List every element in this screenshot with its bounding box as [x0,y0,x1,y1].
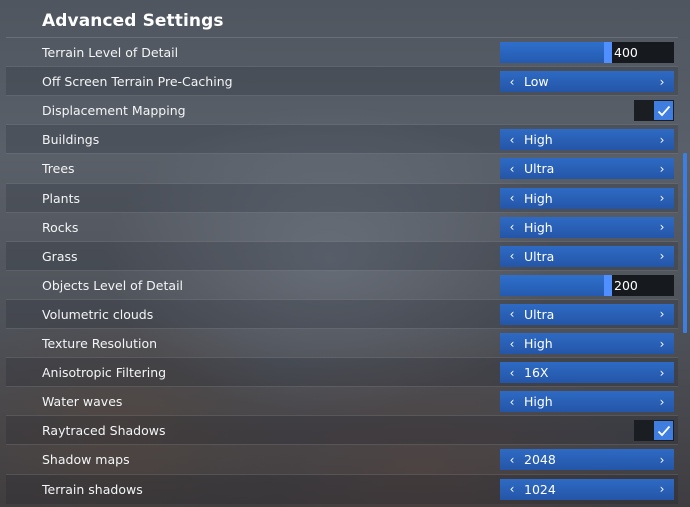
chevron-right-icon[interactable]: › [652,246,672,267]
setting-row-trees[interactable]: Trees ‹ Ultra › [6,153,678,183]
chevron-left-icon[interactable]: ‹ [502,304,522,325]
chevron-right-icon[interactable]: › [652,158,672,179]
texture-resolution-selector[interactable]: ‹ High › [500,333,674,354]
setting-label: Grass [42,248,78,264]
setting-row-water-waves[interactable]: Water waves ‹ High › [6,386,678,416]
setting-label: Raytraced Shadows [42,423,166,439]
slider-value: 400 [614,45,638,60]
selector-value: 1024 [524,481,556,497]
selector-value: Ultra [524,306,555,322]
chevron-right-icon[interactable]: › [652,333,672,354]
setting-row-anisotropic-filtering[interactable]: Anisotropic Filtering ‹ 16X › [6,357,678,388]
selector-value: 16X [524,365,549,381]
displacement-mapping-checkbox[interactable] [634,100,674,122]
chevron-left-icon[interactable]: ‹ [502,391,522,412]
chevron-right-icon[interactable]: › [652,304,672,325]
chevron-right-icon[interactable]: › [652,129,672,150]
setting-row-texture-resolution[interactable]: Texture Resolution ‹ High › [6,328,678,358]
terrain-shadows-selector[interactable]: ‹ 1024 › [500,478,674,500]
chevron-left-icon[interactable]: ‹ [502,129,522,150]
selector-value: High [524,336,553,351]
slider-handle[interactable] [604,274,612,296]
setting-label: Rocks [42,219,79,235]
page-title: Advanced Settings [42,11,224,31]
setting-label: Shadow maps [42,452,130,468]
setting-row-shadow-maps[interactable]: Shadow maps ‹ 2048 › [6,444,678,474]
chevron-left-icon[interactable]: ‹ [502,479,522,500]
setting-row-buildings[interactable]: Buildings ‹ High › [6,124,678,155]
water-waves-selector[interactable]: ‹ High › [500,391,674,413]
off-screen-terrain-pre-caching-selector[interactable]: ‹ Low › [500,71,674,93]
chevron-right-icon[interactable]: › [652,449,672,470]
setting-row-objects-level-of-detail[interactable]: Objects Level of Detail 200 [6,269,678,300]
slider-fill [500,274,608,296]
setting-row-off-screen-terrain-pre-caching[interactable]: Off Screen Terrain Pre-Caching ‹ Low › [6,66,678,97]
setting-label: Terrain Level of Detail [42,45,179,60]
setting-row-displacement-mapping[interactable]: Displacement Mapping [6,95,678,125]
selector-value: Low [524,74,549,90]
scrollbar[interactable] [683,153,687,333]
chevron-left-icon[interactable]: ‹ [502,362,522,383]
terrain-level-of-detail-slider[interactable]: 400 [500,42,674,63]
chevron-right-icon[interactable]: › [652,479,672,500]
chevron-left-icon[interactable]: ‹ [502,188,522,209]
chevron-right-icon[interactable]: › [652,391,672,412]
selector-value: 2048 [524,452,556,468]
chevron-right-icon[interactable]: › [652,71,672,92]
setting-label: Texture Resolution [42,336,158,351]
setting-label: Displacement Mapping [42,103,186,119]
setting-label: Buildings [42,132,100,148]
panel-header: Advanced Settings [6,0,678,38]
setting-label: Plants [42,190,81,206]
shadow-maps-selector[interactable]: ‹ 2048 › [500,449,674,471]
checkmark-icon [654,101,673,121]
setting-row-raytraced-shadows[interactable]: Raytraced Shadows [6,415,678,446]
setting-label: Terrain shadows [42,481,143,497]
raytraced-shadows-checkbox[interactable] [634,420,674,442]
chevron-left-icon[interactable]: ‹ [502,449,522,470]
grass-selector[interactable]: ‹ Ultra › [500,245,674,267]
setting-label: Objects Level of Detail [42,277,184,293]
slider-value: 200 [614,277,638,293]
chevron-left-icon[interactable]: ‹ [502,246,522,267]
chevron-right-icon[interactable]: › [652,362,672,383]
chevron-left-icon[interactable]: ‹ [502,333,522,354]
settings-panel: Advanced Settings Terrain Level of Detai… [6,0,678,507]
anisotropic-filtering-selector[interactable]: ‹ 16X › [500,362,674,384]
setting-row-grass[interactable]: Grass ‹ Ultra › [6,240,678,271]
rocks-selector[interactable]: ‹ High › [500,216,674,238]
volumetric-clouds-selector[interactable]: ‹ Ultra › [500,303,674,325]
chevron-left-icon[interactable]: ‹ [502,71,522,92]
chevron-left-icon[interactable]: ‹ [502,158,522,179]
setting-label: Off Screen Terrain Pre-Caching [42,74,233,90]
selector-value: High [524,394,553,410]
chevron-right-icon[interactable]: › [652,217,672,238]
selector-value: High [524,219,553,235]
slider-fill [500,42,608,63]
selector-value: Ultra [524,161,555,177]
selector-value: Ultra [524,248,555,264]
selector-value: High [524,190,553,206]
setting-row-terrain-shadows[interactable]: Terrain shadows ‹ 1024 › [6,473,678,504]
slider-handle[interactable] [604,42,612,63]
trees-selector[interactable]: ‹ Ultra › [500,158,674,180]
setting-row-terrain-level-of-detail[interactable]: Terrain Level of Detail 400 [6,37,678,67]
setting-label: Volumetric clouds [42,306,154,322]
setting-row-plants[interactable]: Plants ‹ High › [6,182,678,213]
checkmark-icon [654,421,673,441]
objects-level-of-detail-slider[interactable]: 200 [500,274,674,296]
setting-label: Water waves [42,394,123,410]
setting-row-rocks[interactable]: Rocks ‹ High › [6,211,678,242]
plants-selector[interactable]: ‹ High › [500,187,674,209]
setting-row-volumetric-clouds[interactable]: Volumetric clouds ‹ Ultra › [6,298,678,329]
buildings-selector[interactable]: ‹ High › [500,129,674,151]
selector-value: High [524,132,553,148]
setting-label: Anisotropic Filtering [42,365,167,381]
chevron-right-icon[interactable]: › [652,188,672,209]
setting-label: Trees [42,161,75,177]
chevron-left-icon[interactable]: ‹ [502,217,522,238]
